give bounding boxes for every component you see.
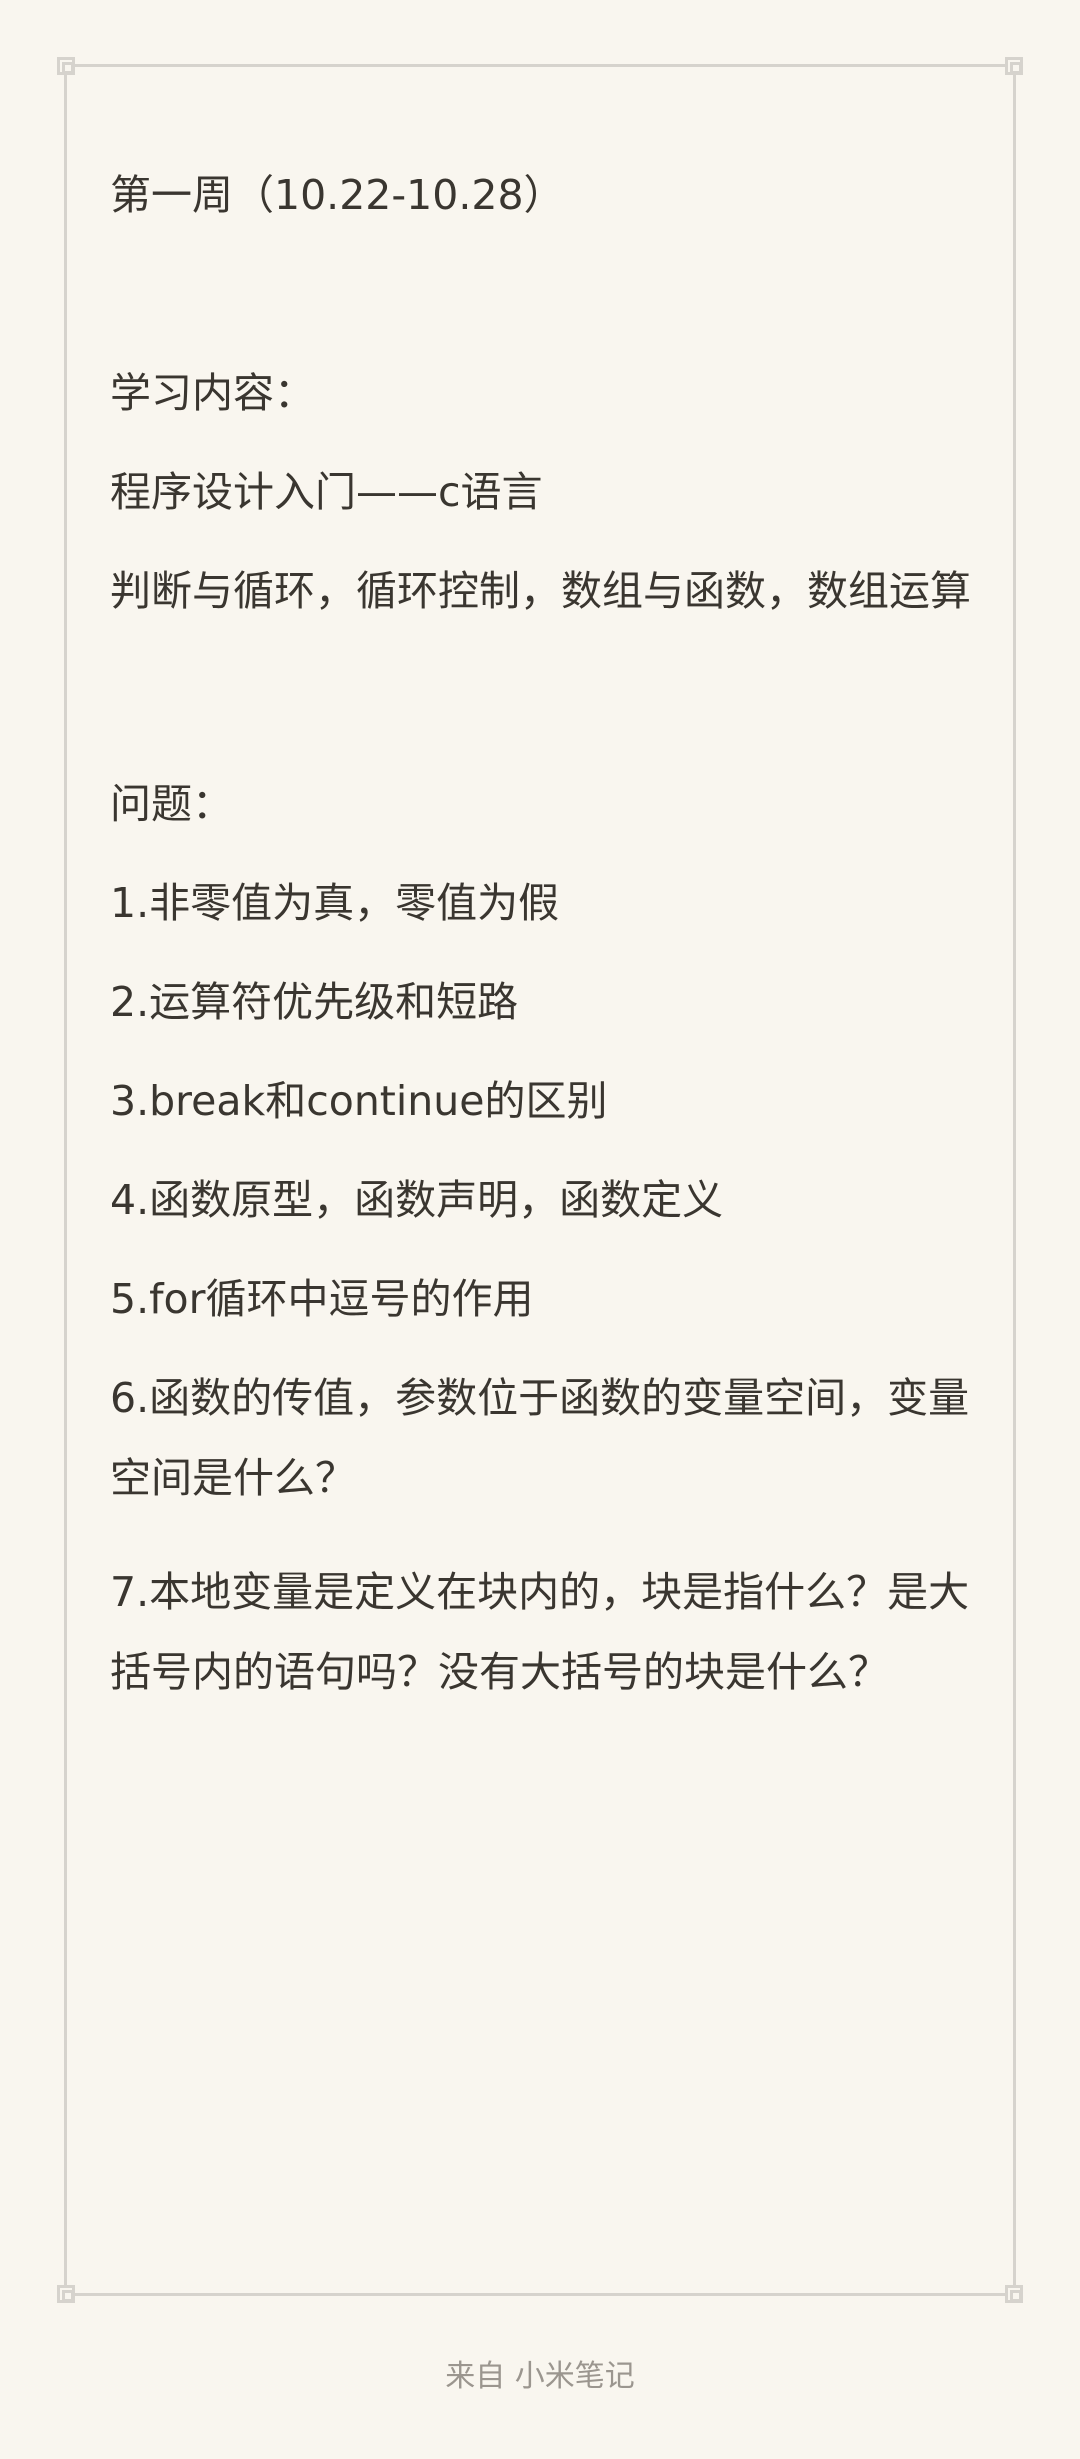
- question-item: 1.非零值为真，零值为假: [110, 879, 560, 927]
- question-item: 3.break和continue的区别: [110, 1077, 608, 1125]
- note-body: 第一周（10.22-10.28） 学习内容： 程序设计入门——c语言 判断与循环…: [110, 170, 980, 1712]
- frame-corner-ornament: [57, 57, 75, 75]
- question-item: 4.函数原型，函数声明，函数定义: [110, 1176, 724, 1224]
- frame-corner-ornament: [57, 2285, 75, 2303]
- topics-text: 判断与循环，循环控制，数组与函数，数组运算: [110, 567, 971, 615]
- frame-corner-ornament: [1005, 57, 1023, 75]
- frame-corner-ornament: [1005, 2285, 1023, 2303]
- question-item: 5.for循环中逗号的作用: [110, 1275, 534, 1323]
- note-title: 第一周（10.22-10.28）: [110, 171, 565, 219]
- course-name: 程序设计入门——c语言: [110, 468, 543, 516]
- question-item: 7.本地变量是定义在块内的，块是指什么？是大括号内的语句吗？没有大括号的块是什么…: [110, 1568, 970, 1696]
- content-section-label: 学习内容：: [110, 369, 315, 417]
- questions-section-label: 问题：: [110, 780, 233, 828]
- source-footer: 来自 小米笔记: [445, 2359, 635, 2394]
- question-item: 6.函数的传值，参数位于函数的变量空间，变量空间是什么？: [110, 1374, 970, 1502]
- question-item: 2.运算符优先级和短路: [110, 978, 519, 1026]
